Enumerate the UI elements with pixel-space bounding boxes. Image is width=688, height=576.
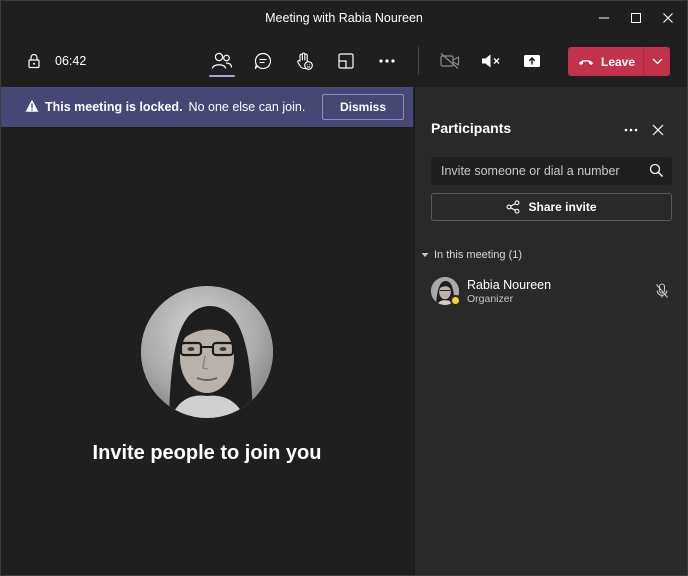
leave-button[interactable]: Leave — [568, 47, 670, 76]
meeting-timer: 06:42 — [55, 54, 87, 68]
profile-photo — [141, 286, 273, 418]
camera-toggle[interactable] — [438, 35, 462, 87]
participants-panel: Participants Invite someone or dial a nu… — [414, 87, 687, 575]
mic-off-icon[interactable] — [655, 283, 669, 299]
lock-status — [23, 35, 45, 87]
share-tray-icon — [524, 55, 540, 67]
meeting-window: Meeting with Rabia Noureen 06:42 Leave T… — [0, 0, 688, 576]
active-tab-indicator — [209, 75, 235, 77]
leave-options-button[interactable] — [644, 47, 670, 76]
speaker-muted-icon — [482, 54, 500, 68]
meeting-stage: Invite people to join you — [1, 127, 413, 575]
leave-main[interactable]: Leave — [568, 47, 643, 76]
participant-name: Rabia Noureen — [467, 278, 552, 292]
reactions-button[interactable] — [292, 35, 316, 87]
share-invite-label: Share invite — [528, 200, 597, 214]
search-icon[interactable] — [649, 163, 664, 178]
panel-close-button[interactable] — [647, 119, 669, 141]
invite-search — [431, 157, 672, 185]
chat-icon — [254, 52, 271, 70]
section-label: In this meeting (1) — [434, 249, 523, 261]
leave-label: Leave — [601, 54, 636, 69]
share-invite-button[interactable]: Share invite — [431, 193, 672, 221]
more-icon — [624, 128, 638, 132]
share-screen-button[interactable] — [520, 35, 544, 87]
meeting-toolbar: 06:42 Leave — [1, 35, 687, 87]
participants-button[interactable] — [209, 35, 235, 87]
share-icon — [507, 200, 520, 214]
invite-search-input[interactable] — [431, 157, 641, 185]
in-meeting-section-toggle[interactable]: In this meeting (1) — [421, 249, 522, 261]
more-icon — [379, 59, 395, 63]
participant-avatar-large — [141, 286, 273, 418]
title-bar: Meeting with Rabia Noureen — [1, 1, 687, 35]
minimize-icon — [599, 17, 609, 19]
people-icon — [211, 52, 233, 69]
chat-button[interactable] — [251, 35, 275, 87]
camera-off-icon — [440, 53, 460, 69]
phone-hangup-icon — [579, 59, 593, 65]
lock-icon — [28, 53, 40, 69]
locked-banner: This meeting is locked. No one else can j… — [1, 87, 413, 127]
raise-hand-icon — [297, 52, 313, 70]
panel-more-button[interactable] — [620, 119, 642, 141]
close-icon — [663, 13, 673, 23]
maximize-icon — [631, 13, 641, 23]
banner-message: This meeting is locked. No one else can j… — [45, 100, 305, 114]
warning-icon — [25, 99, 39, 112]
toolbar-divider — [418, 47, 419, 75]
away-status-badge — [450, 295, 461, 306]
banner-bold-text: This meeting is locked. — [45, 100, 183, 114]
close-window-button[interactable] — [649, 1, 687, 35]
chevron-down-icon — [652, 58, 662, 65]
microphone-toggle[interactable] — [479, 35, 503, 87]
invite-message: Invite people to join you — [92, 442, 322, 464]
participant-row[interactable]: Rabia Noureen Organizer — [415, 271, 687, 311]
close-icon — [652, 124, 664, 136]
breakout-rooms-icon — [338, 53, 354, 69]
panel-title: Participants — [431, 120, 512, 136]
participant-role: Organizer — [467, 293, 514, 305]
more-actions-button[interactable] — [375, 35, 399, 87]
breakout-rooms-button[interactable] — [334, 35, 358, 87]
dismiss-button[interactable]: Dismiss — [322, 94, 404, 120]
banner-text: No one else can join. — [188, 100, 306, 114]
caret-down-icon — [421, 253, 429, 257]
